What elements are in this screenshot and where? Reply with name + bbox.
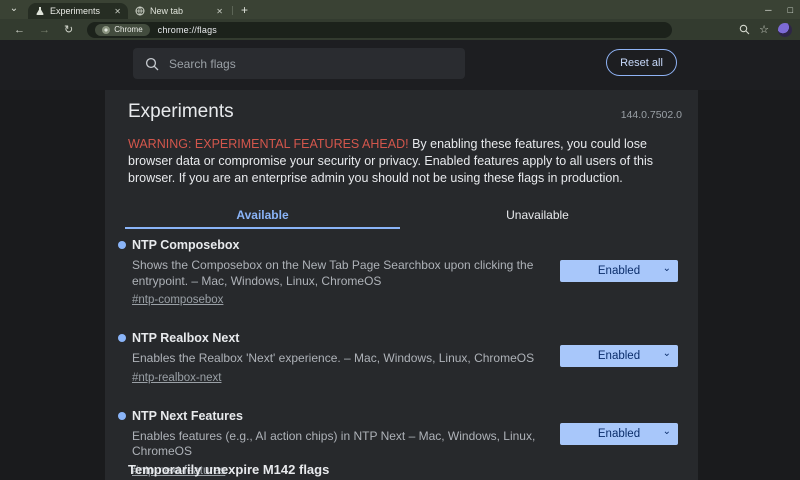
flag-permalink[interactable]: #ntp-composebox [132,294,223,306]
flag-dropdown-value: Enabled [598,350,640,362]
flag-name: NTP Next Features [132,409,698,423]
experiment-dot-icon [118,241,126,249]
tab-divider [232,6,233,15]
tab-title: Experiments [50,6,108,16]
warning-lead: WARNING: EXPERIMENTAL FEATURES AHEAD! [128,137,409,151]
tab-available[interactable]: Available [125,200,400,229]
page-background: Experiments 144.0.7502.0 WARNING: EXPERI… [0,90,800,480]
tab-new-tab[interactable]: New tab ✕ [128,3,230,19]
flag-name: NTP Realbox Next [132,331,698,345]
warning-text: WARNING: EXPERIMENTAL FEATURES AHEAD! By… [128,136,678,187]
zoom-search-icon[interactable] [739,24,750,35]
new-tab-button[interactable]: + [241,3,248,17]
flag-row-ntp-realbox-next: NTP Realbox Next Enables the Realbox 'Ne… [105,331,698,386]
page-title: Experiments [128,101,234,123]
reload-button[interactable]: ↻ [64,23,73,36]
toolbar-actions: ☆ [739,23,792,37]
search-placeholder: Search flags [169,57,236,71]
close-icon[interactable]: ✕ [114,7,121,16]
minimize-button[interactable]: ─ [762,5,774,15]
globe-icon [135,6,145,16]
section-heading: Temporarily unexpire M142 flags [128,462,329,477]
chevron-down-icon: ⌄ [663,348,671,359]
tab-title: New tab [150,6,210,16]
flag-permalink[interactable]: #ntp-realbox-next [132,372,222,384]
close-icon[interactable]: ✕ [216,7,223,16]
flask-icon [35,6,45,16]
forward-button[interactable]: → [39,24,50,36]
flag-list: NTP Composebox Shows the Composebox on t… [105,238,698,480]
flag-dropdown[interactable]: Enabled ⌄ [560,260,678,282]
flag-dropdown[interactable]: Enabled ⌄ [560,345,678,367]
experiments-content: Experiments 144.0.7502.0 WARNING: EXPERI… [105,90,698,480]
chevron-down-icon: ⌄ [663,426,671,437]
tab-strip: ⌄ Experiments ✕ New tab ✕ + ─ □ [0,0,800,19]
reset-all-button[interactable]: Reset all [606,49,677,76]
chevron-down-icon: ⌄ [663,263,671,274]
flag-description: Enables features (e.g., AI action chips)… [132,429,537,460]
flags-page-header: Search flags Reset all [0,40,800,90]
search-flags-input[interactable]: Search flags [133,48,465,79]
maximize-button[interactable]: □ [785,5,796,15]
experiment-dot-icon [118,412,126,420]
bookmark-star-icon[interactable]: ☆ [759,23,769,36]
url-text: chrome://flags [158,25,217,35]
flag-name: NTP Composebox [132,238,698,252]
version-label: 144.0.7502.0 [621,109,682,121]
browser-toolbar: ← → ↻ Chrome chrome://flags ☆ [0,19,800,40]
tab-unavailable[interactable]: Unavailable [400,200,675,229]
availability-tabs: Available Unavailable [125,200,675,229]
window-controls: ─ □ [762,0,796,19]
address-bar[interactable]: Chrome chrome://flags [87,22,672,38]
flag-description: Enables the Realbox 'Next' experience. –… [132,351,537,367]
chevron-down-icon: ⌄ [10,3,18,14]
browser-window: ⌄ Experiments ✕ New tab ✕ + ─ □ ← → ↻ [0,0,800,480]
tab-experiments[interactable]: Experiments ✕ [28,3,128,19]
site-chip-label: Chrome [114,25,142,34]
tab-search-button[interactable]: ⌄ [6,2,22,18]
flag-dropdown-value: Enabled [598,428,640,440]
back-button[interactable]: ← [14,24,25,36]
chrome-logo-icon [102,26,110,34]
experiment-dot-icon [118,334,126,342]
flag-description: Shows the Composebox on the New Tab Page… [132,258,537,289]
profile-avatar[interactable] [778,23,792,37]
flag-dropdown[interactable]: Enabled ⌄ [560,423,678,445]
flag-row-ntp-composebox: NTP Composebox Shows the Composebox on t… [105,238,698,308]
flag-dropdown-value: Enabled [598,265,640,277]
site-chip[interactable]: Chrome [95,24,149,36]
search-icon [145,57,159,71]
